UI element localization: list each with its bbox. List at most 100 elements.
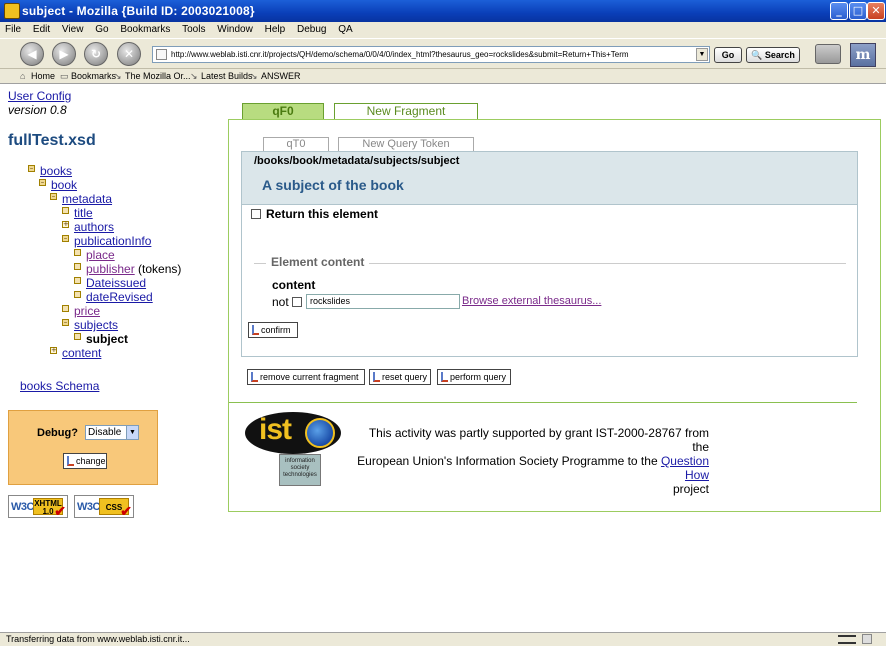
print-icon[interactable] <box>815 44 841 64</box>
publisher-suffix: (tokens) <box>138 262 182 276</box>
menu-bar: File Edit View Go Bookmarks Tools Window… <box>0 22 886 38</box>
forward-button[interactable]: ▶ <box>52 42 76 66</box>
stop-button[interactable]: ✕ <box>117 42 141 66</box>
button-icon <box>252 325 259 335</box>
reset-query-button[interactable]: reset query <box>369 369 431 385</box>
bookmark-home[interactable]: ⌂ Home <box>20 70 55 82</box>
collapse-icon[interactable]: – <box>39 179 46 186</box>
collapse-icon[interactable]: – <box>50 193 57 200</box>
term-input[interactable]: rockslides <box>306 294 460 309</box>
tab-query-token-qt0[interactable]: qT0 <box>263 137 329 151</box>
w3c-xhtml-badge[interactable]: W3C XHTML 1.0 ✔ <box>8 495 68 519</box>
checkmark-icon: ✔ <box>54 503 66 519</box>
not-label: not <box>272 295 289 309</box>
bookmark-answer[interactable]: ↘ ANSWER <box>250 70 301 82</box>
tree-node-books[interactable]: books <box>40 164 72 178</box>
navigation-toolbar: ◀ ▶ ↻ ✕ http://www.weblab.isti.cnr.it/pr… <box>0 38 886 69</box>
not-checkbox[interactable] <box>292 297 302 307</box>
page-icon <box>156 49 167 60</box>
tree-node-subject: subject <box>86 332 129 346</box>
ist-oval: ist <box>245 412 341 454</box>
close-button[interactable]: ✕ <box>867 2 885 20</box>
browse-thesaurus-link[interactable]: Browse external thesaurus... <box>462 295 601 307</box>
w3c-css-badge[interactable]: W3C CSS ✔ <box>74 495 134 519</box>
url-dropdown-icon[interactable]: ▼ <box>696 48 708 61</box>
menu-go[interactable]: Go <box>90 22 112 37</box>
tree-node-dateissued[interactable]: Dateissued <box>86 276 146 290</box>
go-button[interactable]: Go <box>714 47 742 63</box>
change-button[interactable]: change <box>63 453 107 469</box>
search-button[interactable]: 🔍 Search <box>746 47 800 63</box>
back-button[interactable]: ◀ <box>20 42 44 66</box>
return-element-checkbox[interactable] <box>251 209 261 219</box>
tab-new-fragment[interactable]: New Fragment <box>334 103 478 120</box>
status-bar: Transferring data from www.weblab.isti.c… <box>0 632 886 646</box>
chevron-down-icon[interactable]: ▼ <box>126 426 138 439</box>
button-icon <box>67 456 74 466</box>
menu-tools[interactable]: Tools <box>177 22 209 37</box>
tree-node-authors[interactable]: authors <box>74 220 114 234</box>
tree-node-place[interactable]: place <box>86 248 115 262</box>
bookmark-mozilla-org[interactable]: ↘ The Mozilla Or... <box>114 70 191 82</box>
books-schema-link[interactable]: books Schema <box>20 379 99 393</box>
url-input[interactable]: http://www.weblab.isti.cnr.it/projects/Q… <box>152 46 710 63</box>
publisher-link[interactable]: publisher <box>86 262 135 276</box>
tree-node-book[interactable]: book <box>51 178 77 192</box>
tree-node-content[interactable]: content <box>62 346 101 360</box>
menu-window[interactable]: Window <box>212 22 257 37</box>
page-content: User Config version 0.8 fullTest.xsd – b… <box>0 84 886 632</box>
tree-node-title[interactable]: title <box>74 206 93 220</box>
mozilla-throbber-icon: m <box>850 43 876 67</box>
query-header: /books/book/metadata/subjects/subject A … <box>242 152 857 205</box>
debug-select[interactable]: Disable ▼ <box>85 425 139 440</box>
menu-help[interactable]: Help <box>260 22 290 37</box>
tree-node-publicationinfo[interactable]: publicationInfo <box>74 234 151 248</box>
tree-node-subjects[interactable]: subjects <box>74 318 118 332</box>
remove-fragment-button[interactable]: remove current fragment <box>247 369 365 385</box>
debug-panel: Debug? Disable ▼ change <box>8 410 158 485</box>
element-xpath: /books/book/metadata/subjects/subject <box>254 155 460 167</box>
leaf-icon <box>62 305 69 312</box>
bookmark-latest-builds[interactable]: ↘ Latest Builds <box>190 70 253 82</box>
ist-logo: ist information society technologies <box>245 410 345 488</box>
confirm-button[interactable]: confirm <box>248 322 298 338</box>
ist-caption: information society technologies <box>279 454 321 486</box>
schema-file-title: fullTest.xsd <box>8 132 96 149</box>
collapse-icon[interactable]: – <box>62 319 69 326</box>
bookmark-bookmarks[interactable]: ▭ Bookmarks <box>60 70 116 82</box>
globe-icon <box>305 418 335 448</box>
mozilla-app-icon <box>4 3 20 19</box>
tree-node-price[interactable]: price <box>74 304 100 318</box>
maximize-button[interactable]: □ <box>849 2 867 20</box>
leaf-icon <box>74 263 81 270</box>
menu-qa[interactable]: QA <box>333 22 356 37</box>
tab-new-query-token[interactable]: New Query Token <box>338 137 474 151</box>
security-lock-icon <box>862 634 872 644</box>
status-text: Transferring data from www.weblab.isti.c… <box>6 634 190 644</box>
tree-node-daterevised[interactable]: dateRevised <box>86 290 153 304</box>
user-config-link[interactable]: User Config <box>8 89 71 103</box>
perform-query-button[interactable]: perform query <box>437 369 511 385</box>
menu-debug[interactable]: Debug <box>292 22 330 37</box>
tree-node-metadata[interactable]: metadata <box>62 192 112 206</box>
question-how-link[interactable]: Question How <box>661 454 709 482</box>
menu-file[interactable]: File <box>0 22 25 37</box>
search-button-label: Search <box>764 50 795 60</box>
button-icon <box>373 372 380 382</box>
minimize-button[interactable]: _ <box>830 2 848 20</box>
expand-icon[interactable]: + <box>62 221 69 228</box>
collapse-icon[interactable]: – <box>28 165 35 172</box>
button-icon <box>441 372 448 382</box>
version-label: version 0.8 <box>8 103 67 117</box>
menu-bookmarks[interactable]: Bookmarks <box>115 22 174 37</box>
debug-label: Debug? <box>37 427 78 439</box>
expand-icon[interactable]: + <box>50 347 57 354</box>
debug-selected-value: Disable <box>88 427 122 438</box>
reload-button[interactable]: ↻ <box>84 42 108 66</box>
collapse-icon[interactable]: – <box>62 235 69 242</box>
tab-fragment-qf0[interactable]: qF0 <box>242 103 324 120</box>
menu-edit[interactable]: Edit <box>28 22 54 37</box>
checkmark-icon: ✔ <box>120 503 132 519</box>
menu-view[interactable]: View <box>57 22 88 37</box>
leaf-icon <box>74 291 81 298</box>
